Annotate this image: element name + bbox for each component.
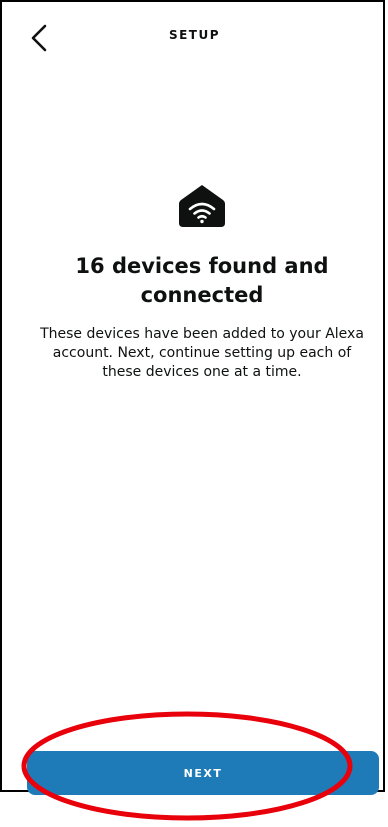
next-button[interactable]: NEXT <box>27 751 379 795</box>
heading-line-1: 16 devices found and <box>75 254 329 278</box>
devices-description: These devices have been added to your Al… <box>30 325 374 382</box>
devices-found-heading: 16 devices found and connected <box>22 252 382 310</box>
header-bar: SETUP <box>2 2 387 74</box>
page-title: SETUP <box>168 28 221 42</box>
smart-home-wifi-icon <box>176 183 228 229</box>
heading-line-2: connected <box>140 283 264 307</box>
description-line-3: these devices one at a time. <box>102 364 302 380</box>
next-button-label: NEXT <box>183 766 223 780</box>
description-line-1: These devices have been added to your Al… <box>40 326 364 342</box>
description-line-2: account. Next, continue setting up each … <box>52 345 352 361</box>
app-screen: SETUP 16 devices found and connected The… <box>0 0 385 792</box>
